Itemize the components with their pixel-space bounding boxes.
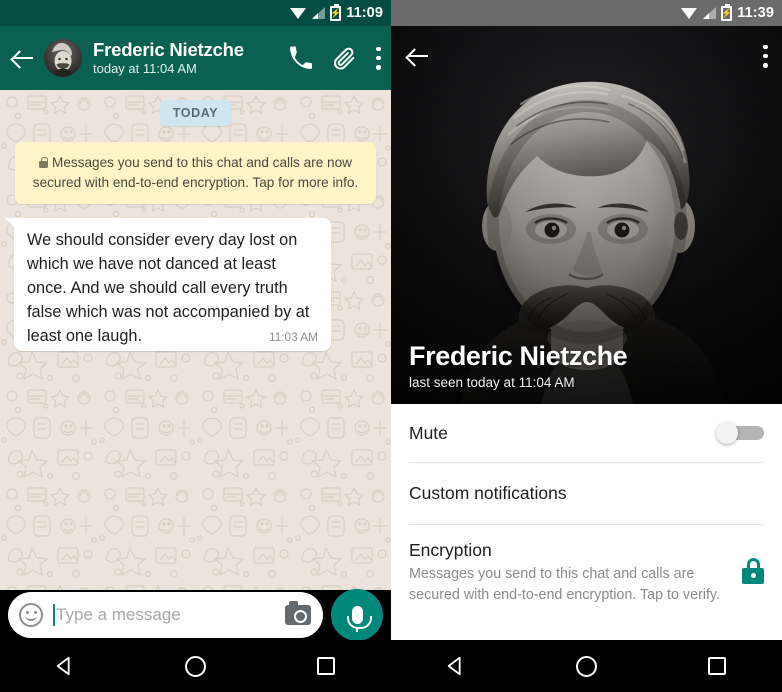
chat-header: Frederic Nietzche today at 11:04 AM <box>0 26 391 90</box>
photo-toolbar <box>391 26 782 86</box>
battery-charging-icon: ⚡ <box>721 3 732 21</box>
back-arrow-icon[interactable] <box>8 43 38 73</box>
contact-last-seen: today at 11:04 AM <box>93 61 197 76</box>
encryption-notice-text: Messages you send to this chat and calls… <box>32 155 359 190</box>
contact-name: Frederic Nietzche <box>409 341 628 371</box>
nav-recents-icon[interactable] <box>306 646 346 686</box>
back-arrow-icon[interactable] <box>403 41 433 71</box>
encryption-label: Encryption <box>409 540 492 560</box>
message-input[interactable]: Type a message <box>56 605 285 625</box>
date-divider: TODAY <box>0 100 391 126</box>
message-input-pill[interactable]: Type a message <box>8 592 323 638</box>
contact-settings-list: Mute Custom notifications Encryption Mes… <box>391 404 782 640</box>
date-divider-label: TODAY <box>159 100 232 126</box>
contact-name: Frederic Nietzche <box>93 39 244 60</box>
phone-icon[interactable] <box>288 46 313 71</box>
mute-toggle[interactable] <box>716 422 764 444</box>
camera-icon[interactable] <box>285 601 311 625</box>
nav-recents-icon[interactable] <box>697 646 737 686</box>
signal-icon <box>311 7 326 19</box>
chat-header-actions <box>280 46 381 71</box>
message-row: We should consider every day lost on whi… <box>0 218 391 351</box>
encryption-text: Encryption Messages you send to this cha… <box>409 538 742 605</box>
custom-notifications-row[interactable]: Custom notifications <box>391 463 782 524</box>
overflow-menu-icon[interactable] <box>376 46 381 70</box>
status-bar-time: 11:39 <box>737 5 774 21</box>
wifi-icon <box>681 7 698 19</box>
paperclip-icon[interactable] <box>332 46 357 71</box>
nav-home-icon[interactable] <box>566 646 606 686</box>
emoji-smiley-icon[interactable] <box>19 603 43 627</box>
message-composer: Type a message <box>0 589 391 641</box>
contact-avatar[interactable] <box>44 39 82 77</box>
status-bar-contact: ⚡ 11:39 <box>391 0 782 26</box>
signal-icon <box>702 7 717 19</box>
text-caret <box>53 604 55 626</box>
chat-message-area[interactable]: TODAY Messages you send to this chat and… <box>0 90 391 590</box>
nav-back-icon[interactable] <box>45 646 85 686</box>
status-bar-time: 11:09 <box>346 5 383 21</box>
lock-icon <box>39 157 48 168</box>
contact-photo-header[interactable]: Frederic Nietzche last seen today at 11:… <box>391 26 782 404</box>
wifi-icon <box>290 7 307 19</box>
custom-notifications-label: Custom notifications <box>409 483 567 503</box>
chat-screen: ⚡ 11:09 Frederic Nietzche today at 11:04… <box>0 0 391 692</box>
battery-charging-icon: ⚡ <box>330 3 341 21</box>
dual-screenshot: ⚡ 11:09 Frederic Nietzche today at 11:04… <box>0 0 782 692</box>
contact-name-overlay: Frederic Nietzche last seen today at 11:… <box>391 340 782 404</box>
chat-header-text[interactable]: Frederic Nietzche today at 11:04 AM <box>93 39 280 77</box>
mic-record-button[interactable] <box>331 589 383 641</box>
mute-label: Mute <box>409 422 448 443</box>
nav-home-icon[interactable] <box>175 646 215 686</box>
message-bubble-incoming[interactable]: We should consider every day lost on whi… <box>5 218 331 351</box>
status-bar-chat: ⚡ 11:09 <box>0 0 391 26</box>
encryption-notice[interactable]: Messages you send to this chat and calls… <box>15 142 376 204</box>
android-navbar-right <box>391 640 782 692</box>
encryption-description: Messages you send to this chat and calls… <box>409 566 720 603</box>
toggle-knob <box>716 422 738 444</box>
android-navbar-left <box>0 640 391 692</box>
mute-row[interactable]: Mute <box>391 404 782 462</box>
overflow-menu-icon[interactable] <box>763 44 768 68</box>
lock-icon <box>742 558 764 584</box>
contact-info-screen: ⚡ 11:39 Frederic Nietzche last seen toda… <box>391 0 782 692</box>
contact-last-seen: last seen today at 11:04 AM <box>409 375 575 390</box>
microphone-icon <box>346 606 372 632</box>
nav-back-icon[interactable] <box>436 646 476 686</box>
encryption-row[interactable]: Encryption Messages you send to this cha… <box>391 525 782 605</box>
